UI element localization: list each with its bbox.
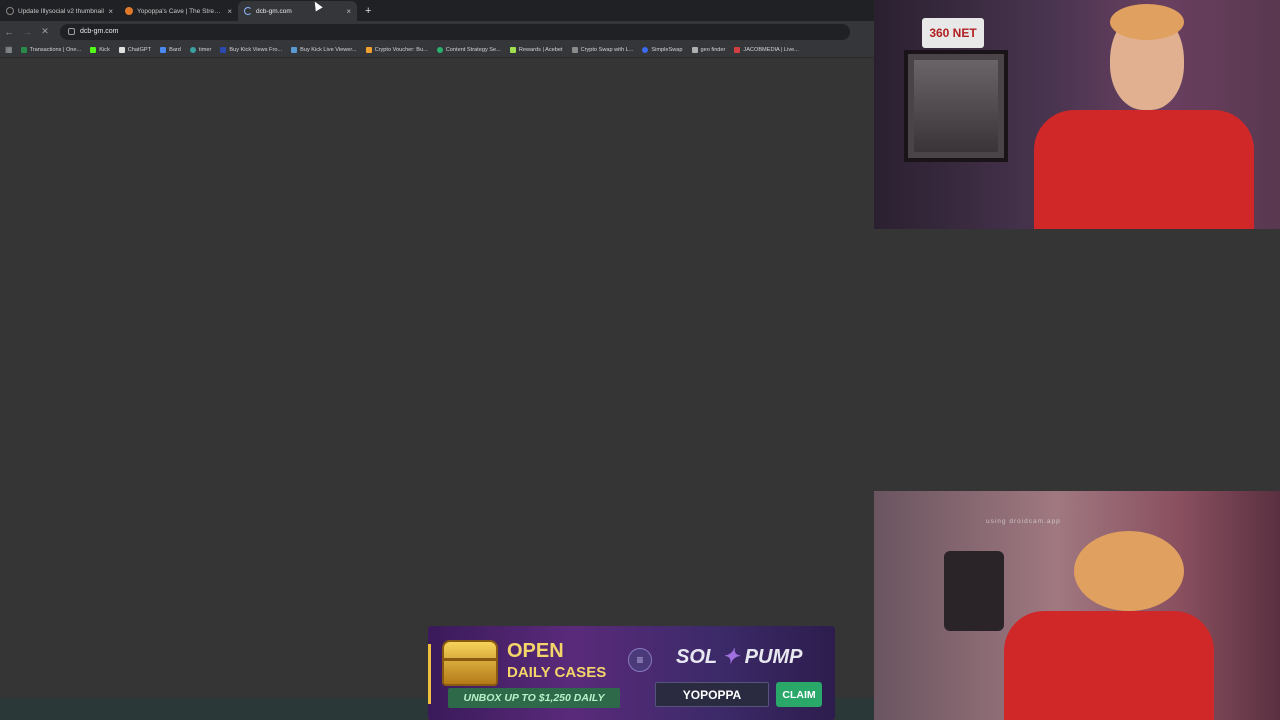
- tab-yopoppas-cave[interactable]: Yopoppa's Cave | The Stream D ×: [119, 1, 238, 21]
- promo-code: YOPOPPA: [655, 682, 769, 707]
- rocket-icon: ✦: [722, 646, 740, 668]
- stream-screen: Update Illysocial v2 thumbnail × Yopoppa…: [0, 0, 1280, 720]
- bookmark-favicon-icon: [691, 46, 698, 53]
- address-text: dcb-gm.com: [80, 28, 119, 35]
- wall-picture-frame: [904, 50, 1008, 162]
- new-tab-button[interactable]: +: [365, 5, 371, 17]
- person-shirt: [1034, 110, 1254, 229]
- back-arrow-icon[interactable]: ←: [0, 27, 18, 37]
- brand-right: PUMP: [744, 646, 803, 668]
- simpleswap-icon: [642, 46, 649, 53]
- banner-accent: [428, 644, 431, 704]
- bookmark-item[interactable]: Kick: [90, 46, 110, 53]
- tab-title: dcb-gm.com: [256, 7, 292, 15]
- banner-headline: OPEN: [507, 640, 564, 662]
- kick-icon: [90, 46, 97, 53]
- timer-icon: [189, 46, 196, 53]
- stop-loading-icon[interactable]: ✕: [36, 26, 54, 37]
- brand-left: SOL: [676, 646, 717, 668]
- bookmark-item[interactable]: geo finder: [691, 46, 725, 53]
- bookmark-favicon-icon: [20, 46, 27, 53]
- bookmark-favicon-icon: [436, 46, 443, 53]
- droidcam-watermark: using droidcam.app: [986, 518, 1061, 525]
- browser-tab-strip: Update Illysocial v2 thumbnail × Yopoppa…: [0, 0, 874, 21]
- close-icon[interactable]: ×: [346, 7, 351, 16]
- banner-subheadline: DAILY CASES: [507, 664, 607, 681]
- site-favicon-icon: [125, 7, 133, 15]
- tab-title: Yopoppa's Cave | The Stream D: [137, 7, 224, 15]
- page-content-blank: [0, 58, 874, 698]
- bookmark-item[interactable]: Content Strategy Se...: [436, 46, 501, 53]
- github-favicon-icon: [6, 7, 14, 15]
- bookmark-item[interactable]: JACOBMEDIA | Live...: [734, 46, 799, 53]
- claim-button[interactable]: CLAIM: [776, 682, 822, 707]
- close-icon[interactable]: ×: [227, 7, 232, 16]
- bookmark-item[interactable]: Buy Kick Views Fro...: [220, 46, 282, 53]
- browser-toolbar: ← → ✕ dcb-gm.com: [0, 21, 874, 42]
- loading-favicon-icon: [244, 7, 252, 15]
- bookmark-favicon-icon: [734, 46, 741, 53]
- bottom-strip: [835, 698, 874, 720]
- bookmark-item[interactable]: Crypto Voucher: Bu...: [365, 46, 428, 53]
- bookmark-item[interactable]: ChatGPT: [118, 46, 151, 53]
- bookmark-item[interactable]: Rewards | Acebet: [509, 46, 563, 53]
- bookmark-favicon-icon: [365, 46, 372, 53]
- person-shirt: [1004, 611, 1214, 720]
- person-hair: [1110, 4, 1184, 40]
- acebet-icon: [509, 46, 516, 53]
- bookmark-item[interactable]: Buy Kick Live Viewer...: [291, 46, 357, 53]
- webcam-top: 360 NET: [874, 0, 1280, 229]
- bookmark-favicon-icon: [571, 46, 578, 53]
- bookmark-item[interactable]: Transactions | One...: [20, 46, 81, 53]
- apps-grid-icon[interactable]: ▦: [5, 45, 13, 54]
- webcam-bottom: using droidcam.app: [874, 491, 1280, 720]
- forward-arrow-icon[interactable]: →: [18, 27, 36, 37]
- brand-logo: SOL ✦ PUMP: [676, 644, 802, 669]
- bookmark-item[interactable]: Crypto Swap with L...: [571, 46, 633, 53]
- chair: [944, 551, 1004, 631]
- site-info-icon[interactable]: [68, 28, 75, 35]
- tab-title: Update Illysocial v2 thumbnail: [18, 7, 104, 15]
- close-icon[interactable]: ×: [108, 7, 113, 16]
- license-plate: 360 NET: [922, 18, 984, 48]
- bookmark-favicon-icon: [291, 46, 298, 53]
- solana-coin-icon: ≡: [628, 648, 652, 672]
- bookmark-item[interactable]: timer: [189, 46, 211, 53]
- sponsor-banner[interactable]: OPEN DAILY CASES UNBOX UP TO $1,250 DAIL…: [428, 626, 835, 720]
- tab-update-thumbnail[interactable]: Update Illysocial v2 thumbnail ×: [0, 1, 119, 21]
- person-hair: [1074, 531, 1184, 611]
- banner-offer: UNBOX UP TO $1,250 DAILY: [448, 688, 620, 708]
- bookmark-item[interactable]: Bard: [160, 46, 181, 53]
- bookmark-item[interactable]: SimpleSwap: [642, 46, 683, 53]
- bard-icon: [160, 46, 167, 53]
- treasure-chest-icon: [442, 640, 498, 686]
- bottom-strip: [0, 698, 428, 720]
- bookmarks-bar: ▦ Transactions | One... Kick ChatGPT Bar…: [0, 42, 874, 58]
- chatgpt-icon: [118, 46, 125, 53]
- tab-dcb-gm[interactable]: dcb-gm.com ×: [238, 1, 357, 21]
- bookmark-favicon-icon: [220, 46, 227, 53]
- address-bar[interactable]: dcb-gm.com: [60, 23, 850, 40]
